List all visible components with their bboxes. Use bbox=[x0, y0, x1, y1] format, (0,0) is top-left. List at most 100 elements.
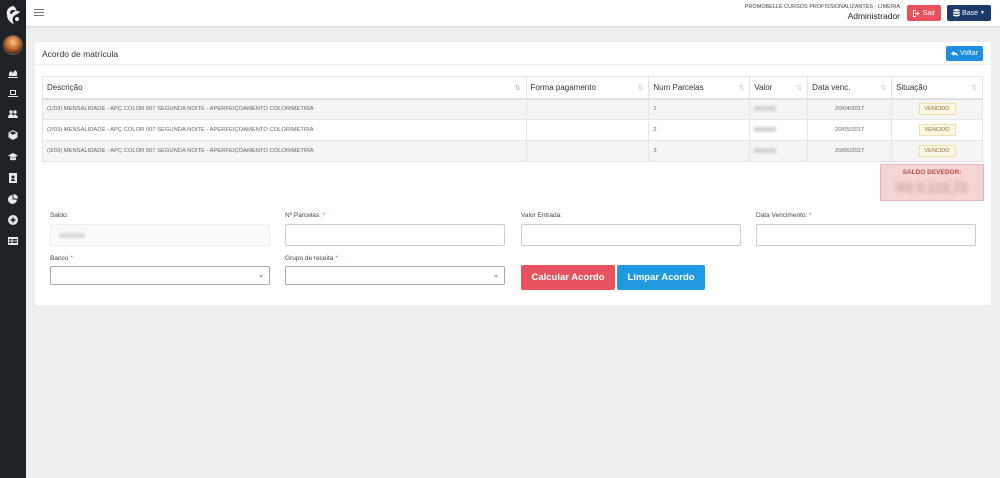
cell-parcela: 2 bbox=[648, 119, 751, 141]
cell-situacao: VENCIDO bbox=[891, 119, 983, 141]
col-header-descricao[interactable]: Descrição ⇅ bbox=[42, 76, 527, 100]
cell-valor bbox=[749, 119, 809, 141]
panel-header: Acordo de matrícula Voltar bbox=[35, 42, 991, 65]
cube-icon[interactable] bbox=[7, 130, 19, 140]
caret-down-icon: ▼ bbox=[980, 10, 985, 16]
data-vencimento-label: Data Vencimento: * bbox=[756, 212, 812, 219]
cell-parcela: 3 bbox=[648, 140, 751, 162]
grupo-receita-label-text: Grupo de receita bbox=[285, 255, 334, 262]
saldo-devedor-box: SALDO DEVEDOR: R$ 5.122,72 bbox=[880, 164, 984, 201]
header-label: Num Parcelas bbox=[653, 82, 704, 92]
company-name: PROMOBELLE CURSOS PROFISSIONALIZANTES - … bbox=[744, 4, 900, 10]
header-label: Data venc. bbox=[812, 82, 851, 92]
back-label: Voltar bbox=[960, 50, 978, 57]
saldo-label: Saldo: bbox=[50, 212, 69, 219]
cell-descricao: (2/03) MENSALIDADE - APÇ COLOR 007 SEGUN… bbox=[42, 119, 527, 141]
user-avatar[interactable] bbox=[3, 35, 23, 55]
sort-icon: ⇅ bbox=[796, 85, 803, 92]
status-badge: VENCIDO bbox=[918, 124, 956, 136]
header-label: Situação bbox=[896, 82, 928, 92]
plus-circle-icon[interactable] bbox=[7, 215, 19, 225]
col-header-num-parcelas[interactable]: Num Parcelas ⇅ bbox=[648, 76, 751, 100]
logout-label: Sair bbox=[922, 9, 936, 17]
pie-chart-icon[interactable] bbox=[7, 194, 19, 204]
cell-forma-pagamento bbox=[525, 98, 650, 120]
grupo-receita-select[interactable]: ⌄ bbox=[285, 266, 505, 285]
saldo-devedor-label: SALDO DEVEDOR: bbox=[902, 169, 962, 176]
installments-table: Descrição ⇅ Forma pagamento ⇅ Num Parcelas… bbox=[42, 76, 983, 162]
cell-valor bbox=[749, 98, 809, 120]
banco-label: Banco * bbox=[50, 255, 73, 262]
grupo-receita-label: Grupo de receita * bbox=[285, 255, 338, 262]
table-row[interactable]: (3/03) MENSALIDADE - APÇ COLOR 007 SEGUN… bbox=[42, 140, 983, 162]
cell-forma-pagamento bbox=[525, 119, 650, 141]
redacted-value bbox=[754, 105, 777, 111]
header-label: Valor bbox=[754, 82, 773, 92]
base-label: Base bbox=[962, 9, 978, 17]
redacted-value bbox=[59, 233, 85, 238]
data-vencimento-input[interactable] bbox=[756, 224, 976, 246]
col-header-forma-pagamento[interactable]: Forma pagamento ⇅ bbox=[525, 76, 650, 100]
header-label: Forma pagamento bbox=[530, 82, 596, 92]
required-mark: * bbox=[809, 212, 812, 219]
table-header-row: Descrição ⇅ Forma pagamento ⇅ Num Parcelas… bbox=[42, 76, 983, 100]
status-badge: VENCIDO bbox=[918, 145, 956, 157]
limpar-acordo-button[interactable]: Limpar Acordo bbox=[617, 265, 705, 290]
back-button[interactable]: Voltar bbox=[946, 46, 983, 61]
parcelas-input[interactable] bbox=[285, 224, 505, 246]
chart-icon[interactable] bbox=[7, 68, 19, 78]
banco-select[interactable]: ⌄ bbox=[50, 266, 270, 285]
sort-icon: ⇅ bbox=[880, 85, 887, 92]
laptop-icon[interactable] bbox=[7, 88, 19, 98]
required-mark: * bbox=[70, 255, 73, 262]
cell-situacao: VENCIDO bbox=[891, 98, 983, 120]
cell-situacao: VENCIDO bbox=[891, 140, 983, 162]
redacted-value bbox=[754, 126, 777, 132]
cell-valor bbox=[749, 140, 809, 162]
topbar: PROMOBELLE CURSOS PROFISSIONALIZANTES - … bbox=[26, 0, 1000, 27]
brand-logo-icon[interactable] bbox=[4, 5, 22, 25]
saldo-field bbox=[50, 224, 270, 246]
col-header-valor[interactable]: Valor ⇅ bbox=[749, 76, 809, 100]
required-mark: * bbox=[322, 212, 326, 219]
sort-icon: ⇅ bbox=[514, 85, 521, 92]
sign-out-icon bbox=[912, 9, 920, 17]
col-header-data-venc[interactable]: Data venc. ⇅ bbox=[807, 76, 893, 100]
cell-forma-pagamento bbox=[525, 140, 650, 162]
cell-data-venc: 20/06/2017 bbox=[807, 140, 893, 162]
cell-data-venc: 20/05/2017 bbox=[807, 119, 893, 141]
valor-entrada-label: Valor Entrada: bbox=[521, 212, 563, 219]
chevron-down-icon: ⌄ bbox=[493, 272, 499, 279]
users-icon[interactable] bbox=[7, 109, 19, 119]
reply-icon bbox=[951, 50, 959, 56]
base-dropdown-button[interactable]: Base ▼ bbox=[947, 5, 991, 21]
table-icon[interactable] bbox=[7, 236, 19, 246]
user-role: Administrador bbox=[847, 11, 900, 21]
database-icon bbox=[953, 9, 960, 17]
required-mark: * bbox=[335, 255, 338, 262]
col-header-situacao[interactable]: Situação ⇅ bbox=[891, 76, 983, 100]
redacted-value bbox=[754, 147, 777, 153]
calcular-acordo-button[interactable]: Calcular Acordo bbox=[521, 265, 615, 290]
cell-parcela: 1 bbox=[648, 98, 751, 120]
sort-icon: ⇅ bbox=[738, 85, 745, 92]
status-badge: VENCIDO bbox=[918, 103, 956, 116]
table-row[interactable]: (1/03) MENSALIDADE - APÇ COLOR 007 SEGUN… bbox=[42, 98, 983, 120]
chevron-down-icon: ⌄ bbox=[258, 272, 264, 279]
page-title: Acordo de matrícula bbox=[42, 49, 119, 59]
graduation-cap-icon[interactable] bbox=[7, 152, 19, 162]
data-vencimento-label-text: Data Vencimento: bbox=[756, 212, 808, 219]
menu-toggle-icon[interactable] bbox=[34, 7, 44, 17]
banco-label-text: Banco bbox=[50, 255, 69, 262]
acordo-panel: Acordo de matrícula Voltar Descrição ⇅ Fo… bbox=[35, 42, 991, 305]
valor-entrada-input[interactable] bbox=[521, 224, 741, 246]
contact-card-icon[interactable] bbox=[7, 173, 19, 183]
cell-data-venc: 20/04/2017 bbox=[807, 98, 893, 120]
logout-button[interactable]: Sair bbox=[907, 5, 941, 21]
header-label: Descrição bbox=[47, 82, 83, 92]
saldo-devedor-value: R$ 5.122,72 bbox=[896, 180, 968, 195]
parcelas-label: Nº Parcelas: * bbox=[285, 212, 325, 219]
table-row[interactable]: (2/03) MENSALIDADE - APÇ COLOR 007 SEGUN… bbox=[42, 119, 983, 141]
parcelas-label-text: Nº Parcelas: bbox=[285, 212, 321, 219]
sort-icon: ⇅ bbox=[637, 85, 644, 92]
